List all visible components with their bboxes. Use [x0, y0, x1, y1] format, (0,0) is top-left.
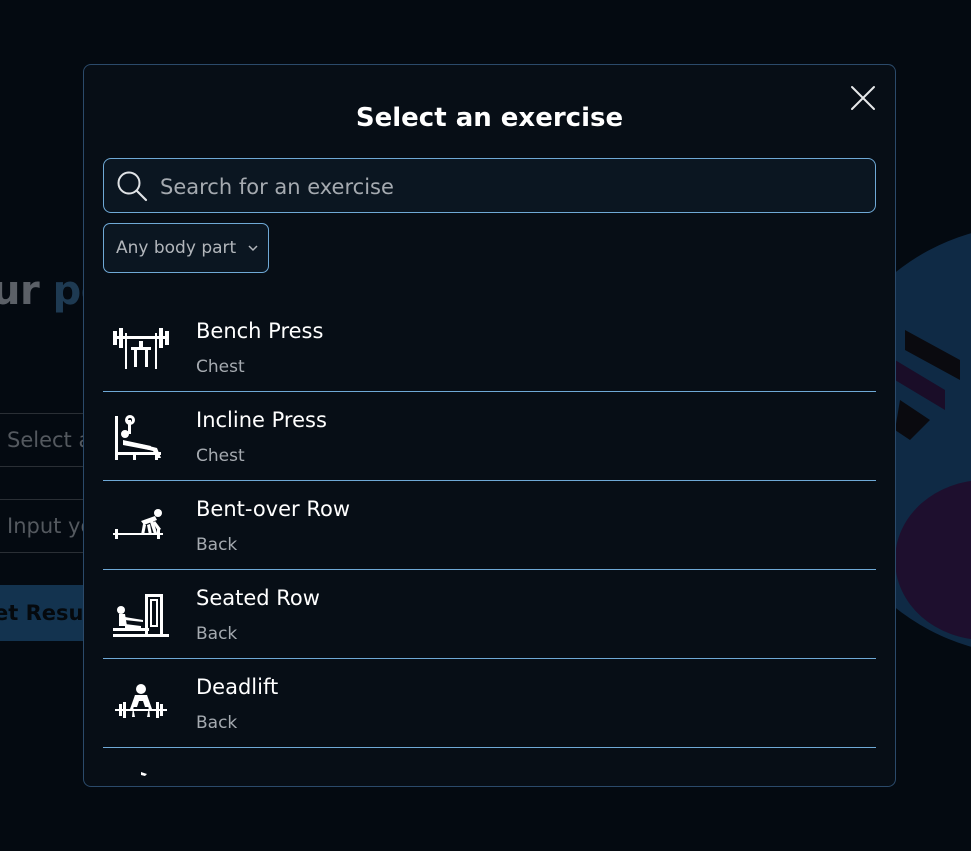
chevron-down-icon: [248, 245, 258, 252]
exercise-item-partial[interactable]: [103, 748, 876, 786]
exercise-body-part: Back: [196, 713, 238, 733]
deadlift-icon: [115, 684, 167, 718]
select-exercise-modal: Select an exercise Any body part: [83, 64, 896, 787]
exercise-item-bench-press[interactable]: Bench Press Chest: [103, 303, 876, 392]
body-part-select[interactable]: Any body part: [103, 223, 269, 273]
body-part-select-value: Any body part: [116, 238, 237, 258]
exercise-name: Bench Press: [196, 319, 324, 343]
search-icon: [117, 171, 148, 202]
exercise-icon: [141, 772, 147, 776]
exercise-name: Incline Press: [196, 408, 327, 432]
exercise-name: Seated Row: [196, 586, 320, 610]
exercise-list: Bench Press Chest Incline Press Chest Be…: [103, 303, 876, 786]
exercise-item-incline-press[interactable]: Incline Press Chest: [103, 392, 876, 481]
bench-press-icon: [113, 328, 169, 369]
exercise-item-deadlift[interactable]: Deadlift Back: [103, 659, 876, 748]
exercise-item-bent-over-row[interactable]: Bent-over Row Back: [103, 481, 876, 570]
exercise-body-part: Chest: [196, 357, 245, 377]
incline-press-icon: [115, 415, 161, 460]
exercise-item-seated-row[interactable]: Seated Row Back: [103, 570, 876, 659]
search-box[interactable]: [103, 158, 876, 214]
seated-row-icon: [113, 594, 169, 637]
exercise-name: Bent-over Row: [196, 497, 351, 521]
bent-over-row-icon: [113, 509, 163, 539]
exercise-body-part: Back: [196, 624, 238, 644]
exercise-name: Deadlift: [196, 675, 279, 699]
exercise-body-part: Chest: [196, 446, 245, 466]
modal-title: Select an exercise: [355, 103, 624, 133]
exercise-body-part: Back: [196, 535, 238, 555]
search-input[interactable]: [158, 159, 863, 214]
